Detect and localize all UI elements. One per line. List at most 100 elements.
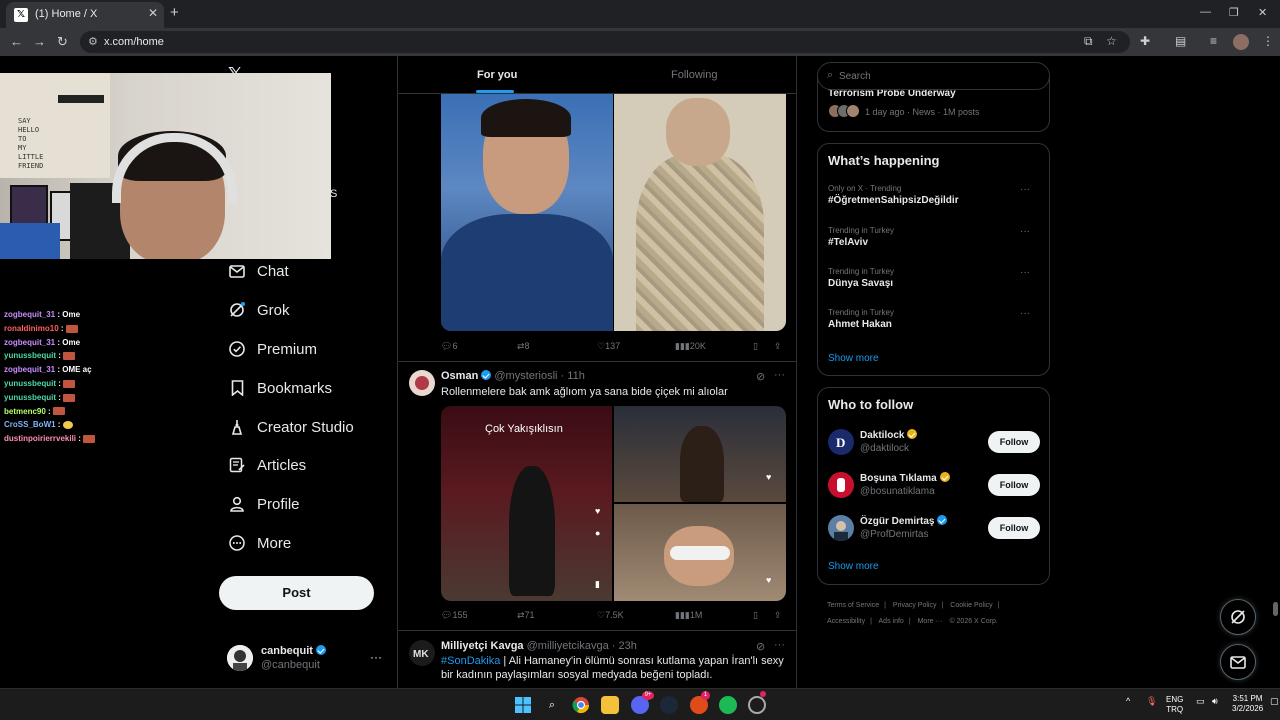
follow-suggestion[interactable]: Boşuna Tıklama @bosunatiklama Follow bbox=[828, 471, 1040, 501]
tweet-author-name[interactable]: Osman bbox=[441, 370, 478, 382]
footer-link[interactable]: Accessibility bbox=[827, 618, 865, 625]
trend-more-icon[interactable]: ··· bbox=[1020, 308, 1030, 319]
account-name[interactable]: canbequit bbox=[261, 645, 326, 657]
share-icon[interactable]: ⇪ bbox=[774, 610, 782, 621]
trend-more-icon[interactable]: ··· bbox=[1020, 226, 1030, 237]
tweet-avatar[interactable] bbox=[409, 370, 435, 396]
tweet-media[interactable] bbox=[441, 94, 786, 331]
views-button[interactable]: ▮▮▮ 1M bbox=[675, 610, 702, 621]
reading-list-icon[interactable]: ≡ bbox=[1210, 34, 1217, 48]
page-scrollbar[interactable] bbox=[1271, 56, 1280, 688]
grok-explain-icon[interactable]: ⊘ bbox=[756, 370, 765, 383]
new-tab-icon[interactable]: + bbox=[170, 4, 179, 21]
grok-explain-icon[interactable]: ⊘ bbox=[756, 640, 765, 653]
windows-start-icon[interactable] bbox=[514, 696, 532, 714]
reload-icon[interactable]: ↻ bbox=[57, 34, 68, 50]
spotify-icon[interactable] bbox=[719, 696, 737, 714]
file-explorer-icon[interactable] bbox=[601, 696, 619, 714]
extensions-icon[interactable]: ✚ bbox=[1140, 34, 1150, 48]
minimize-icon[interactable]: — bbox=[1200, 6, 1211, 18]
account-avatar[interactable] bbox=[227, 645, 253, 671]
nav-item-premium[interactable]: Premium bbox=[227, 336, 317, 362]
close-tab-icon[interactable]: ✕ bbox=[148, 6, 158, 20]
footer-link[interactable]: Ads info bbox=[879, 618, 904, 625]
back-icon[interactable]: ← bbox=[10, 34, 23, 49]
account-menu-icon[interactable]: ··· bbox=[370, 650, 382, 664]
show-more-link[interactable]: Show more bbox=[828, 561, 879, 572]
bookmark-star-icon[interactable]: ☆ bbox=[1106, 34, 1117, 48]
tweet-time[interactable]: 11h bbox=[567, 370, 585, 382]
hashtag-link[interactable]: #SonDakika bbox=[441, 655, 500, 667]
nav-item-chat[interactable]: Chat bbox=[227, 258, 289, 284]
reply-button[interactable]: 💬︎ 6 bbox=[441, 341, 457, 352]
footer-link[interactable]: Terms of Service bbox=[827, 602, 879, 609]
search-input[interactable] bbox=[839, 67, 1039, 85]
trend-more-icon[interactable]: ··· bbox=[1020, 184, 1030, 195]
install-app-icon[interactable]: ⧉ bbox=[1084, 34, 1093, 49]
follow-button[interactable]: Follow bbox=[988, 474, 1040, 496]
tweet-media-grid[interactable]: Çok Yakışıklısın ♥ ● ▮ ♥ ♥ bbox=[441, 406, 786, 601]
input-language[interactable]: ENG TRQ bbox=[1166, 695, 1183, 715]
footer-link[interactable]: Cookie Policy bbox=[950, 602, 992, 609]
like-button[interactable]: ♡ 137 bbox=[597, 341, 620, 352]
suggestion-avatar[interactable] bbox=[828, 515, 854, 541]
site-info-icon[interactable]: ⚙ bbox=[88, 35, 98, 48]
tweet-author-name[interactable]: Milliyetçi Kavga bbox=[441, 640, 524, 652]
tweet-author-handle[interactable]: @mysteriosli bbox=[494, 370, 557, 382]
tweet-author-handle[interactable]: @milliyetcikavga bbox=[527, 640, 609, 652]
nav-item-grok[interactable]: Grok bbox=[227, 297, 290, 323]
share-icon[interactable]: ⇪ bbox=[774, 341, 782, 352]
tab-for-you[interactable]: For you bbox=[477, 69, 517, 81]
steam-icon[interactable] bbox=[660, 696, 678, 714]
footer-link[interactable]: Privacy Policy bbox=[893, 602, 937, 609]
tweet-avatar[interactable]: MK bbox=[409, 640, 435, 666]
address-bar[interactable]: ⚙ x.com/home bbox=[80, 31, 1130, 53]
nav-item-creator-studio[interactable]: Creator Studio bbox=[227, 414, 354, 440]
nav-item-bookmarks[interactable]: Bookmarks bbox=[227, 375, 332, 401]
nav-item-articles[interactable]: Articles bbox=[227, 452, 306, 478]
maximize-icon[interactable]: ❐ bbox=[1229, 6, 1239, 19]
trend-item[interactable]: Trending in Turkey Dünya Savaşı ··· bbox=[828, 267, 1038, 289]
like-button[interactable]: ♡ 7.5K bbox=[597, 610, 624, 621]
nav-item-profile[interactable]: Profile bbox=[227, 491, 300, 517]
nav-item-more[interactable]: More bbox=[227, 530, 291, 556]
follow-button[interactable]: Follow bbox=[988, 431, 1040, 453]
tweet-more-icon[interactable]: ··· bbox=[774, 369, 785, 381]
microphone-icon[interactable]: 🎙︎ bbox=[1146, 696, 1157, 707]
browser-menu-icon[interactable]: ⋮ bbox=[1262, 34, 1274, 48]
messages-fab-button[interactable] bbox=[1220, 644, 1256, 680]
trend-more-icon[interactable]: ··· bbox=[1020, 267, 1030, 278]
show-more-link[interactable]: Show more bbox=[828, 353, 879, 364]
grok-fab-button[interactable] bbox=[1220, 599, 1256, 635]
tweet-time[interactable]: 23h bbox=[618, 640, 636, 652]
reply-button[interactable]: 💬︎ 155 bbox=[441, 610, 467, 621]
follow-button[interactable]: Follow bbox=[988, 517, 1040, 539]
chrome-icon[interactable] bbox=[572, 696, 590, 714]
suggestion-avatar[interactable]: D bbox=[828, 429, 854, 455]
tab-following[interactable]: Following bbox=[671, 69, 717, 81]
browser-profile-avatar[interactable] bbox=[1233, 34, 1249, 50]
repost-button[interactable]: ⇄ 71 bbox=[517, 610, 535, 621]
trend-item[interactable]: Only on X · Trending #ÖğretmenSahipsizDe… bbox=[828, 184, 1038, 206]
tray-overflow-icon[interactable]: ^ bbox=[1126, 696, 1130, 706]
search-box[interactable]: ⌕ bbox=[817, 62, 1050, 90]
bookmark-icon[interactable]: ▯ bbox=[753, 610, 758, 621]
repost-button[interactable]: ⇄ 8 bbox=[517, 341, 530, 352]
close-window-icon[interactable]: ✕ bbox=[1258, 6, 1267, 19]
clock[interactable]: 3:51 PM 3/2/2026 bbox=[1232, 694, 1263, 714]
scrollbar-thumb[interactable] bbox=[1273, 602, 1278, 616]
browser-tab[interactable]: 𝕏 (1) Home / X ✕ bbox=[6, 2, 164, 28]
views-button[interactable]: ▮▮▮ 20K bbox=[675, 341, 706, 352]
trend-item[interactable]: Trending in Turkey #TelAviv ··· bbox=[828, 226, 1038, 248]
suggestion-avatar[interactable] bbox=[828, 472, 854, 498]
forward-icon[interactable]: → bbox=[33, 34, 46, 49]
follow-suggestion[interactable]: Özgür Demirtaş @ProfDemirtas Follow bbox=[828, 514, 1040, 544]
follow-suggestion[interactable]: D Daktilock @daktilock Follow bbox=[828, 428, 1040, 458]
trend-item[interactable]: Trending in Turkey Ahmet Hakan ··· bbox=[828, 308, 1038, 330]
post-button[interactable]: Post bbox=[219, 576, 374, 610]
bookmark-icon[interactable]: ▯ bbox=[753, 341, 758, 352]
tweet-more-icon[interactable]: ··· bbox=[774, 639, 785, 651]
side-panel-icon[interactable]: ▤ bbox=[1175, 34, 1186, 48]
search-icon[interactable]: ⌕ bbox=[543, 696, 561, 714]
notifications-icon[interactable]: ▢ bbox=[1270, 696, 1279, 707]
